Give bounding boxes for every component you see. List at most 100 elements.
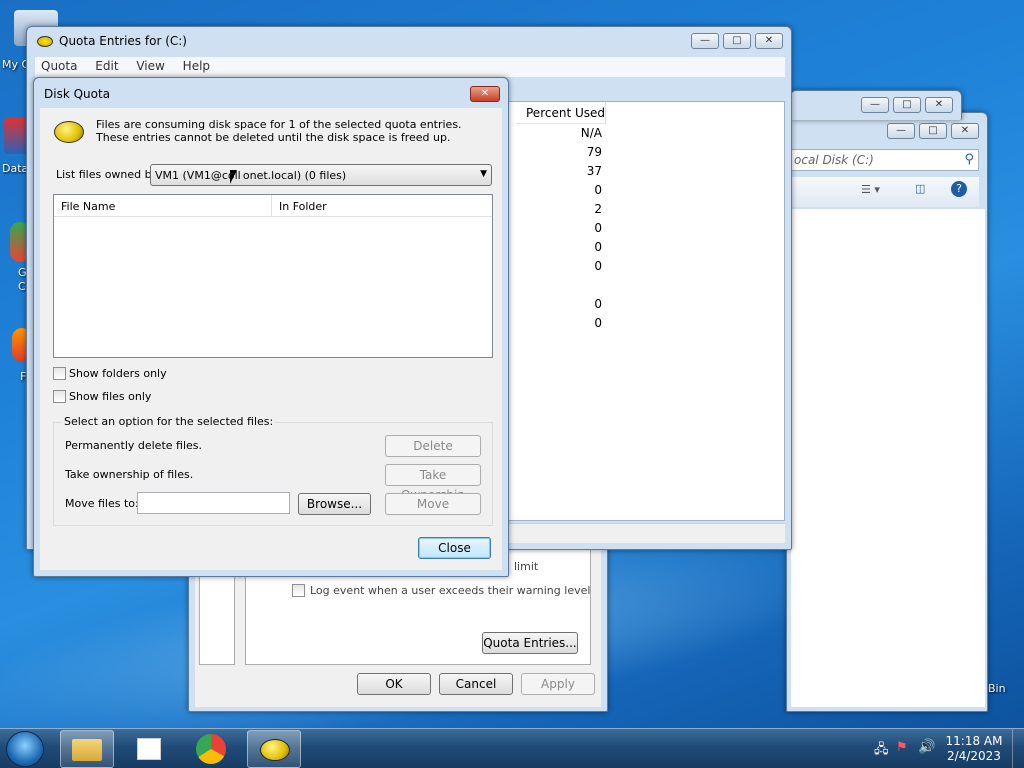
action-center-icon[interactable]: ⚑ — [896, 740, 908, 755]
files-list-header: File Name In Folder — [54, 195, 492, 217]
address-bar[interactable]: ocal Disk (C:) ⚲ — [791, 149, 979, 171]
show-files-only-checkbox[interactable] — [53, 390, 66, 403]
minimize-button[interactable]: — — [691, 33, 719, 49]
mouse-cursor — [230, 170, 237, 184]
close-button[interactable]: ✕ — [925, 97, 953, 113]
info-message: Files are consuming disk space for 1 of … — [96, 118, 462, 144]
percent-used-cell: 0 — [594, 297, 602, 311]
taskbar-chrome-button[interactable] — [185, 730, 239, 768]
desktop-icon-recycle-bin[interactable]: Bin — [988, 682, 1006, 695]
disk-quota-client: Files are consuming disk space for 1 of … — [40, 108, 502, 570]
files-list[interactable]: File Name In Folder — [53, 194, 493, 358]
start-button[interactable] — [6, 731, 44, 767]
warning-limit-text: limit — [514, 560, 539, 573]
maximize-button[interactable]: □ — [723, 33, 751, 49]
minimize-button[interactable]: — — [861, 97, 889, 113]
disk-quota-dialog[interactable]: Disk Quota ✕ Files are consuming disk sp… — [33, 77, 509, 577]
system-tray: 🖧 ⚑ 🔊 11:18 AM 2/4/2023 — [864, 729, 1024, 768]
address-text: ocal Disk (C:) — [794, 153, 874, 167]
percent-used-cell: 2 — [594, 202, 602, 216]
quota-app-icon — [37, 35, 53, 47]
apply-button[interactable]: Apply — [521, 673, 595, 695]
maximize-button[interactable]: □ — [893, 97, 921, 113]
folder-icon — [72, 739, 102, 761]
taskbar-media-player-button[interactable] — [122, 730, 176, 768]
menu-quota[interactable]: Quota — [41, 59, 77, 73]
move-destination-input[interactable] — [137, 492, 290, 514]
search-icon[interactable]: ⚲ — [964, 152, 974, 167]
explorer-toolbar: ☰ ▾ ◫ ? — [791, 177, 979, 207]
percent-used-cell: 0 — [594, 183, 602, 197]
network-icon[interactable]: 🖧 — [874, 740, 889, 762]
close-button[interactable]: ✕ — [951, 123, 979, 139]
take-ownership-button[interactable]: Take Ownership — [385, 464, 481, 502]
percent-used-cell — [516, 276, 604, 295]
disk-quota-icon — [54, 121, 84, 143]
close-button[interactable]: ✕ — [755, 33, 783, 49]
explorer-content — [791, 209, 985, 707]
desktop-icon-label: Data — [2, 162, 29, 175]
explorer-window[interactable]: — □ ✕ ocal Disk (C:) ⚲ ☰ ▾ ◫ ? — [786, 112, 988, 712]
percent-used-cell: 0 — [594, 316, 602, 330]
take-ownership-label: Take ownership of files. — [65, 468, 194, 481]
minimize-button[interactable]: — — [887, 123, 915, 139]
show-files-only-label: Show files only — [69, 390, 152, 403]
owner-select-value: VM1 (VM1@coll onet.local) (0 files) — [155, 169, 347, 182]
column-header-file-name[interactable]: File Name — [54, 195, 272, 217]
show-desktop-button[interactable] — [1012, 729, 1024, 768]
browse-button[interactable]: Browse... — [298, 493, 371, 515]
chrome-icon — [196, 734, 226, 764]
taskbar-disk-quota-button[interactable] — [247, 730, 301, 768]
move-button[interactable]: Move — [385, 493, 481, 515]
chevron-down-icon: ▼ — [480, 169, 487, 179]
clock-time: 11:18 AM — [945, 734, 1003, 748]
menu-view[interactable]: View — [136, 59, 164, 73]
desktop-icon-data-app[interactable]: Data — [2, 118, 28, 175]
window-title: Quota Entries for (C:) — [59, 34, 187, 48]
menu-bar: Quota Edit View Help — [35, 57, 785, 77]
background-window-titlebar: — □ ✕ — [790, 90, 962, 120]
file-actions-group: Select an option for the selected files:… — [53, 415, 493, 526]
log-event-checkbox[interactable] — [292, 584, 305, 597]
percent-used-column: N/A 79 37 0 2 0 0 0 0 0 — [516, 124, 604, 333]
move-files-label: Move files to: — [65, 497, 139, 510]
owner-select[interactable]: VM1 (VM1@coll onet.local) (0 files) ▼ — [150, 164, 492, 186]
clock[interactable]: 11:18 AM 2/4/2023 — [944, 734, 1004, 764]
percent-used-cell: N/A — [580, 126, 602, 140]
log-event-label: Log event when a user exceeds their warn… — [310, 584, 591, 597]
menu-help[interactable]: Help — [183, 59, 210, 73]
select-option-label: Select an option for the selected files: — [62, 415, 276, 428]
percent-used-cell: 37 — [586, 164, 602, 178]
disk-quota-icon — [260, 739, 290, 761]
percent-used-cell: 0 — [594, 221, 602, 235]
show-folders-only-label: Show folders only — [69, 367, 167, 380]
quota-entries-titlebar: Quota Entries for (C:) — [27, 27, 791, 55]
media-player-icon — [137, 738, 161, 760]
dialog-title: Disk Quota — [44, 87, 111, 101]
ok-button[interactable]: OK — [357, 673, 431, 695]
disk-quota-titlebar: Disk Quota — [34, 78, 508, 110]
maximize-button[interactable]: □ — [919, 123, 947, 139]
preview-pane-icon[interactable]: ◫ — [915, 182, 925, 195]
permanently-delete-label: Permanently delete files. — [65, 439, 203, 452]
desktop-icon-label: Bin — [988, 682, 1006, 695]
percent-used-cell: 79 — [586, 145, 602, 159]
volume-icon[interactable]: 🔊 — [918, 739, 935, 755]
taskbar-explorer-button[interactable] — [60, 730, 114, 768]
shortcut-icon — [4, 118, 28, 154]
taskbar: 🖧 ⚑ 🔊 11:18 AM 2/4/2023 — [0, 728, 1024, 768]
menu-edit[interactable]: Edit — [95, 59, 118, 73]
view-options-icon[interactable]: ☰ ▾ — [861, 183, 880, 196]
cancel-button[interactable]: Cancel — [439, 673, 513, 695]
percent-used-cell: 0 — [594, 240, 602, 254]
help-icon[interactable]: ? — [951, 181, 967, 197]
close-button[interactable]: Close — [418, 537, 491, 559]
show-folders-only-checkbox[interactable] — [53, 367, 66, 380]
percent-used-cell: 0 — [594, 259, 602, 273]
column-header-in-folder[interactable]: In Folder — [272, 195, 492, 217]
quota-entries-button[interactable]: Quota Entries... — [482, 632, 578, 654]
close-icon[interactable]: ✕ — [470, 86, 500, 102]
delete-button[interactable]: Delete — [385, 435, 481, 457]
list-owner-label: List files owned by: — [56, 168, 162, 181]
column-header-percent-used[interactable]: Percent Used — [516, 102, 606, 124]
